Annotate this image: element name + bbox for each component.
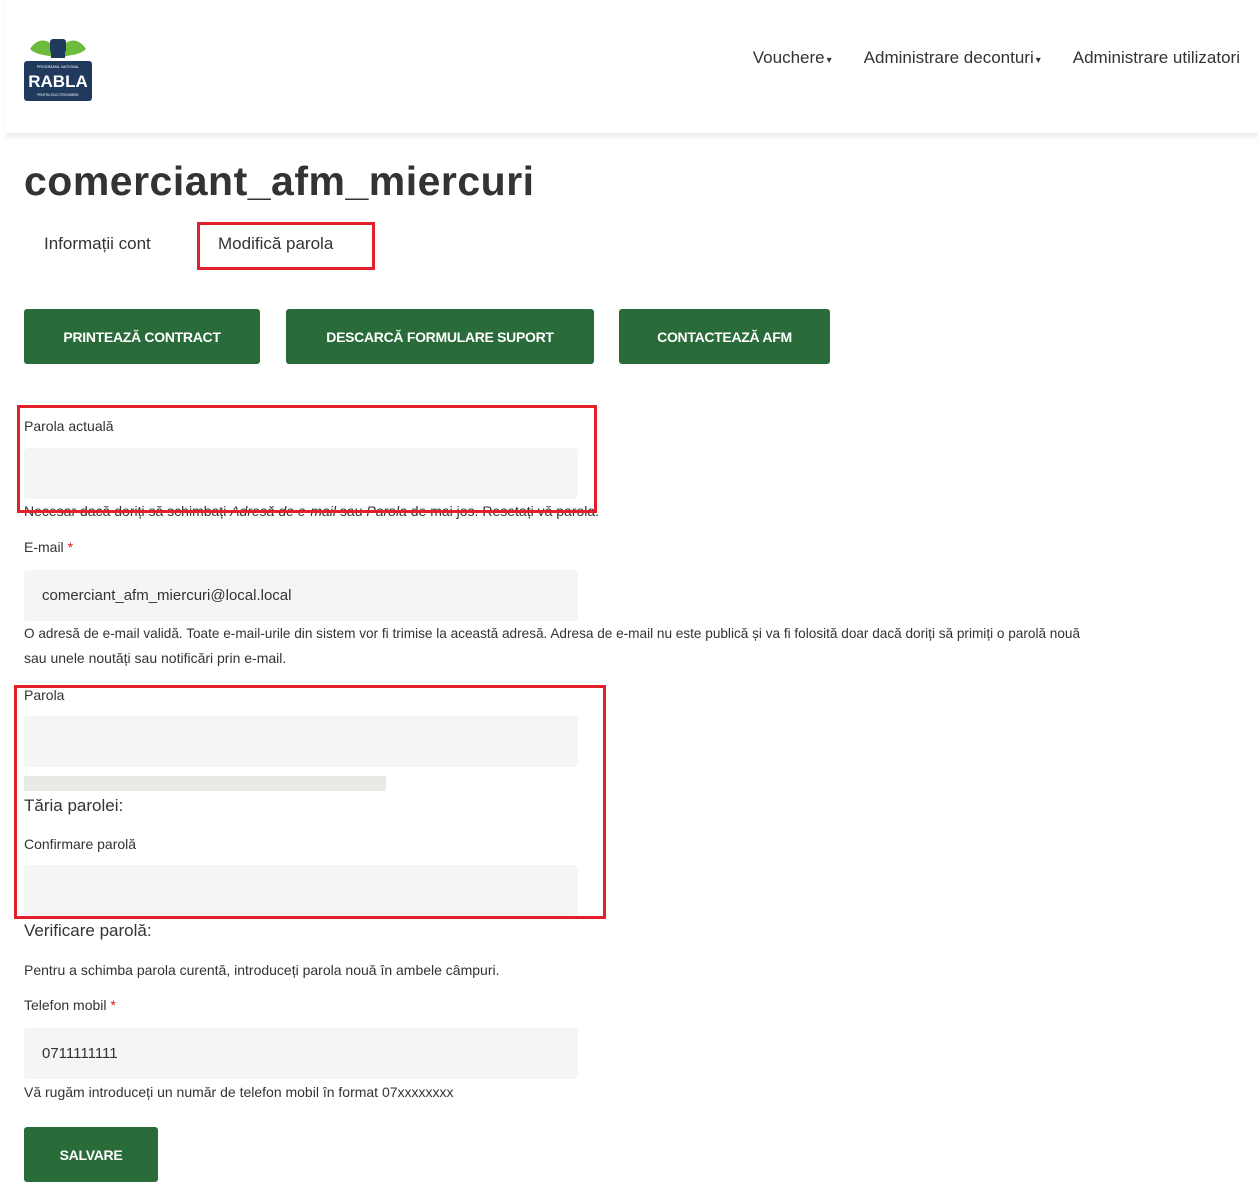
reset-password-link[interactable]: Resetați vă parola. bbox=[482, 503, 599, 519]
nav-administrare-deconturi[interactable]: Administrare deconturi ▾ bbox=[864, 48, 1041, 68]
caret-down-icon: ▾ bbox=[1035, 54, 1041, 66]
email-label: E-mail * bbox=[24, 539, 73, 555]
print-contract-button[interactable]: PRINTEAZĂ CONTRACT bbox=[24, 309, 260, 364]
required-mark: * bbox=[110, 997, 116, 1013]
tab-modifica-parola[interactable]: Modifică parola bbox=[218, 234, 333, 254]
phone-label: Telefon mobil * bbox=[24, 997, 116, 1013]
nav-administrare-utilizatori[interactable]: Administrare utilizatori bbox=[1073, 48, 1240, 68]
nav-vouchere-label: Vouchere bbox=[752, 48, 825, 67]
logo-small-text-bottom: PENTRU ELECTRIC/HIBRID bbox=[37, 93, 79, 97]
caret-down-icon: ▾ bbox=[826, 54, 832, 66]
logo-text: RABLA bbox=[28, 72, 88, 91]
password-change-help: Pentru a schimba parola curentă, introdu… bbox=[24, 962, 500, 978]
help-password-reference: Parola bbox=[366, 503, 407, 519]
download-forms-button[interactable]: DESCARCĂ FORMULARE SUPORT bbox=[286, 309, 594, 364]
current-password-input[interactable] bbox=[24, 448, 578, 499]
site-header: PROGRAMUL NAȚIONAL RABLA PENTRU ELECTRIC… bbox=[6, 0, 1258, 135]
password-label: Parola bbox=[24, 687, 65, 703]
main-nav: Vouchere ▾ Administrare deconturi ▾ Admi… bbox=[753, 48, 1240, 68]
email-help-line-2: sau unele noutăți sau notificări prin e-… bbox=[24, 650, 287, 666]
help-or-text: sau bbox=[336, 503, 367, 519]
save-button[interactable]: SALVARE bbox=[24, 1127, 158, 1182]
confirm-password-label: Confirmare parolă bbox=[24, 836, 137, 852]
help-email-reference: Adresă de e-mail bbox=[230, 503, 337, 519]
password-input[interactable] bbox=[24, 716, 578, 767]
email-label-text: E-mail bbox=[24, 539, 64, 555]
page-title: comerciant_afm_miercuri bbox=[24, 158, 535, 204]
current-password-label: Parola actuală bbox=[24, 418, 114, 434]
confirm-password-input[interactable] bbox=[24, 865, 578, 916]
phone-input[interactable] bbox=[24, 1028, 578, 1079]
phone-help: Vă rugăm introduceți un număr de telefon… bbox=[24, 1084, 454, 1100]
nav-vouchere[interactable]: Vouchere ▾ bbox=[753, 48, 832, 68]
current-password-help-text: Necesar dacă doriți să schimbați bbox=[24, 503, 231, 519]
password-strength-label: Tăria parolei: bbox=[24, 796, 124, 815]
rabla-logo-icon[interactable]: PROGRAMUL NAȚIONAL RABLA PENTRU ELECTRIC… bbox=[24, 33, 92, 101]
phone-label-text: Telefon mobil bbox=[24, 997, 107, 1013]
logo-small-text-top: PROGRAMUL NAȚIONAL bbox=[37, 65, 79, 69]
email-help-line-1: O adresă de e-mail validă. Toate e-mail-… bbox=[24, 626, 1081, 641]
help-below-text: de mai jos. bbox=[406, 503, 483, 519]
password-verify-label: Verificare parolă: bbox=[24, 921, 152, 940]
current-password-help: Necesar dacă doriți să schimbați Adresă … bbox=[24, 500, 599, 522]
contact-afm-button[interactable]: CONTACTEAZĂ AFM bbox=[619, 309, 830, 364]
nav-administrare-deconturi-label: Administrare deconturi bbox=[863, 48, 1034, 67]
tab-informatii-cont[interactable]: Informații cont bbox=[44, 234, 151, 254]
nav-administrare-utilizatori-label: Administrare utilizatori bbox=[1072, 48, 1240, 67]
email-input[interactable] bbox=[24, 570, 578, 621]
password-strength-bar bbox=[24, 776, 386, 791]
required-mark: * bbox=[67, 539, 74, 555]
